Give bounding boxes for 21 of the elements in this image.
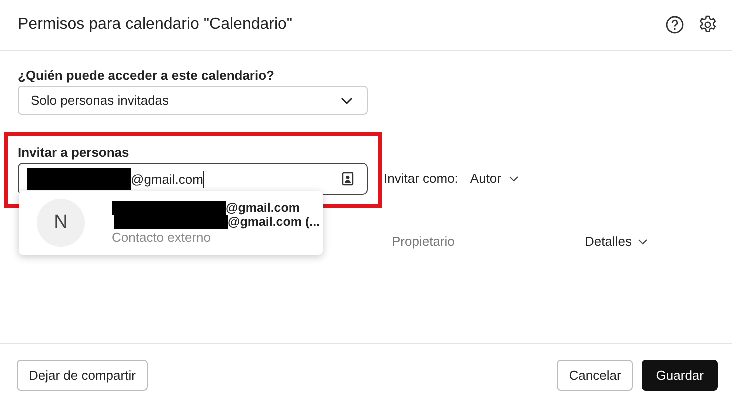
secondary-button[interactable]: Cancelar — [557, 360, 634, 391]
permission-label: Propietario — [392, 234, 456, 249]
avatar: N — [37, 199, 85, 247]
window-title: Permisos para calendario "Calendario" — [18, 16, 293, 34]
invite-label: Invitar a personas — [18, 145, 130, 160]
access-label: ¿Quién puede acceder a este calendario? — [18, 68, 276, 83]
help-icon[interactable] — [665, 15, 685, 35]
contact-card-icon[interactable] — [341, 172, 355, 186]
chevron-down-icon — [638, 238, 648, 244]
details-dropdown[interactable]: Detalles — [585, 234, 648, 249]
email-text[interactable]: @gmail.com — [226, 201, 300, 215]
chevron-down-icon — [508, 176, 518, 182]
role-dropdown[interactable]: Autor — [470, 171, 518, 186]
chevron-down-icon — [341, 96, 353, 104]
settings-icon[interactable] — [698, 15, 718, 35]
email-text[interactable]: @gmail.com (... — [228, 215, 320, 229]
contact-type: Contacto externo — [112, 230, 212, 245]
access-dropdown[interactable]: Solo personas invitadas — [18, 86, 368, 115]
save-button[interactable]: Guardar — [642, 360, 718, 391]
invite-as-label: Invitar como: — [384, 171, 458, 186]
secondary-button[interactable]: Dejar de compartir — [17, 360, 148, 391]
